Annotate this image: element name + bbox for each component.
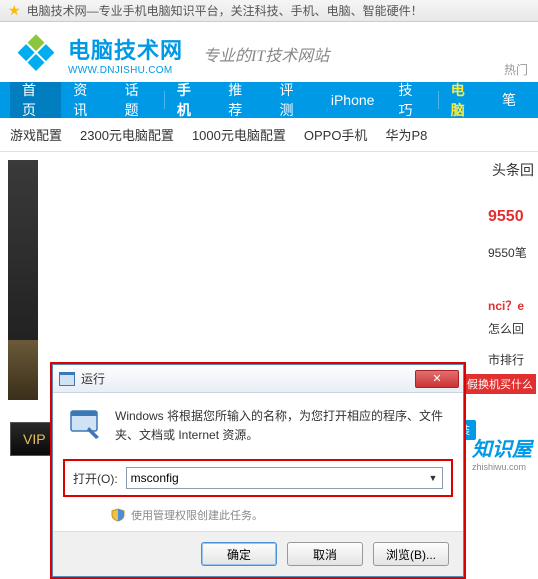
nav-news[interactable]: 资讯 <box>61 82 112 118</box>
cancel-button[interactable]: 取消 <box>287 542 363 566</box>
open-combobox[interactable]: ▼ <box>126 467 443 489</box>
hotword-label: 热门 <box>504 61 528 78</box>
open-input[interactable] <box>126 467 443 489</box>
subnav-1000[interactable]: 1000元电脑配置 <box>192 125 286 144</box>
dialog-body: Windows 将根据您所输入的名称，为您打开相应的程序、文件夹、文档或 Int… <box>53 393 463 531</box>
nav-tips[interactable]: 技巧 <box>386 82 437 118</box>
nav-iphone[interactable]: iPhone <box>319 82 387 118</box>
nav-more[interactable]: 笔 <box>490 82 528 118</box>
sub-nav: 游戏配置 2300元电脑配置 1000元电脑配置 OPPO手机 华为P8 <box>0 118 538 152</box>
headline-label: 头条回 <box>492 160 534 180</box>
subnav-oppo[interactable]: OPPO手机 <box>304 125 368 144</box>
run-dialog-highlight: 运行 ✕ Windows 将根据您所输入的名称，为您打开相应的程序、文件夹、文档… <box>50 362 466 579</box>
chevron-down-icon[interactable]: ▼ <box>425 469 441 487</box>
logo-icon[interactable] <box>14 32 58 76</box>
nav-computer[interactable]: 电脑 <box>439 82 490 118</box>
logo-text[interactable]: 电脑技术网 WWW.DNJISHU.COM <box>68 33 183 76</box>
admin-note: 使用管理权限创建此任务。 <box>111 507 447 523</box>
star-icon: ★ <box>8 2 21 19</box>
main-nav: 首页 资讯 话题 手机 推荐 评测 iPhone 技巧 电脑 笔 <box>0 82 538 118</box>
nav-home[interactable]: 首页 <box>10 82 61 118</box>
subnav-2300[interactable]: 2300元电脑配置 <box>80 125 174 144</box>
side-link-4[interactable]: 怎么回 <box>488 320 534 337</box>
run-app-icon <box>69 407 103 441</box>
dialog-titlebar[interactable]: 运行 ✕ <box>53 365 463 393</box>
badge-cn: 知识屋 <box>472 433 532 462</box>
subnav-huawei[interactable]: 华为P8 <box>385 125 427 144</box>
close-button[interactable]: ✕ <box>415 370 459 388</box>
site-slogan: 专业的IT技术网站 <box>203 42 329 66</box>
run-window-icon <box>59 372 75 386</box>
sidebar-right: 9550 9550笔 nci？e 怎么回 市排行 <box>488 202 534 372</box>
ok-button[interactable]: 确定 <box>201 542 277 566</box>
vip-label: VIP <box>23 431 46 447</box>
nav-topic[interactable]: 话题 <box>113 82 164 118</box>
browse-button[interactable]: 浏览(B)... <box>373 542 449 566</box>
article-image-strip <box>8 160 38 400</box>
nav-review[interactable]: 评测 <box>268 82 319 118</box>
bookmark-title[interactable]: 电脑技术网—专业手机电脑知识平台，关注科技、手机、电脑、智能硬件！ <box>27 2 423 19</box>
dialog-description: Windows 将根据您所输入的名称，为您打开相应的程序、文件夹、文档或 Int… <box>115 407 447 445</box>
subnav-game[interactable]: 游戏配置 <box>10 125 62 144</box>
dialog-buttons: 确定 取消 浏览(B)... <box>53 531 463 576</box>
logo-cn: 电脑技术网 <box>68 33 183 65</box>
close-icon: ✕ <box>432 372 441 385</box>
content-area: 头条回 9550 9550笔 nci？e 怎么回 市排行 暑假换机买什么 VIP… <box>0 152 538 492</box>
site-header: 电脑技术网 WWW.DNJISHU.COM 专业的IT技术网站 热门 <box>0 22 538 82</box>
logo-en: WWW.DNJISHU.COM <box>68 65 183 76</box>
admin-note-text: 使用管理权限创建此任务。 <box>131 507 263 523</box>
side-link-1[interactable]: 9550 <box>488 208 534 226</box>
run-dialog: 运行 ✕ Windows 将根据您所输入的名称，为您打开相应的程序、文件夹、文档… <box>52 364 464 577</box>
badge-en: zhishiwu.com <box>472 462 532 472</box>
side-link-2[interactable]: 9550笔 <box>488 244 534 261</box>
browser-bookmark-bar: ★ 电脑技术网—专业手机电脑知识平台，关注科技、手机、电脑、智能硬件！ <box>0 0 538 22</box>
nav-recommend[interactable]: 推荐 <box>216 82 267 118</box>
open-field-highlight: 打开(O): ▼ <box>63 459 453 497</box>
open-label: 打开(O): <box>73 470 118 487</box>
side-link-3[interactable]: nci？e <box>488 297 534 314</box>
shield-icon <box>111 508 125 522</box>
nav-phone[interactable]: 手机 <box>165 82 216 118</box>
dialog-title: 运行 <box>81 370 409 387</box>
side-link-5[interactable]: 市排行 <box>488 351 534 368</box>
